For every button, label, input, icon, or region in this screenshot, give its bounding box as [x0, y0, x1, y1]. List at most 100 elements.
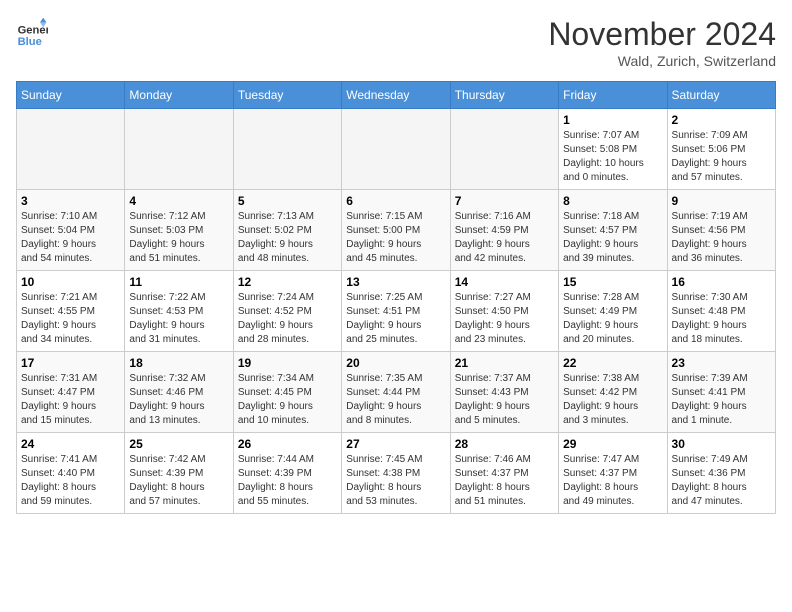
- day-info: Sunrise: 7:21 AM Sunset: 4:55 PM Dayligh…: [21, 291, 120, 347]
- calendar-cell: 19Sunrise: 7:34 AM Sunset: 4:45 PM Dayli…: [233, 352, 341, 433]
- calendar-cell: 16 Sunrise: 7:30 AM Sunset: 4:48 PM Dayli…: [667, 271, 775, 352]
- calendar-cell: [125, 109, 233, 190]
- month-title: November 2024: [548, 16, 776, 53]
- header-day-tuesday: Tuesday: [233, 82, 341, 109]
- header-day-friday: Friday: [559, 82, 667, 109]
- day-number: 26: [238, 437, 337, 451]
- header-day-monday: Monday: [125, 82, 233, 109]
- day-info: Sunrise: 7:46 AM Sunset: 4:37 PM Dayligh…: [455, 453, 554, 509]
- day-info: Sunrise: 7:49 AM Sunset: 4:36 PM Dayligh…: [672, 453, 771, 509]
- header-day-thursday: Thursday: [450, 82, 558, 109]
- day-info: Sunrise: 7:47 AM Sunset: 4:37 PM Dayligh…: [563, 453, 662, 509]
- calendar-week-2: 3 Sunrise: 7:10 AM Sunset: 5:04 PM Daylig…: [17, 190, 776, 271]
- calendar-cell: 27Sunrise: 7:45 AM Sunset: 4:38 PM Dayli…: [342, 433, 450, 514]
- day-info: Sunrise: 7:13 AM Sunset: 5:02 PM Dayligh…: [238, 210, 337, 266]
- day-info: Sunrise: 7:12 AM Sunset: 5:03 PM Dayligh…: [129, 210, 228, 266]
- header-day-saturday: Saturday: [667, 82, 775, 109]
- calendar-cell: 4 Sunrise: 7:12 AM Sunset: 5:03 PM Daylig…: [125, 190, 233, 271]
- day-number: 20: [346, 356, 445, 370]
- calendar-week-4: 17Sunrise: 7:31 AM Sunset: 4:47 PM Dayli…: [17, 352, 776, 433]
- day-info: Sunrise: 7:10 AM Sunset: 5:04 PM Dayligh…: [21, 210, 120, 266]
- day-info: Sunrise: 7:24 AM Sunset: 4:52 PM Dayligh…: [238, 291, 337, 347]
- day-number: 16: [672, 275, 771, 289]
- day-number: 1: [563, 113, 662, 127]
- day-number: 30: [672, 437, 771, 451]
- day-info: Sunrise: 7:27 AM Sunset: 4:50 PM Dayligh…: [455, 291, 554, 347]
- calendar-week-5: 24Sunrise: 7:41 AM Sunset: 4:40 PM Dayli…: [17, 433, 776, 514]
- day-number: 22: [563, 356, 662, 370]
- calendar-cell: 28 Sunrise: 7:46 AM Sunset: 4:37 PM Dayli…: [450, 433, 558, 514]
- calendar-cell: 26Sunrise: 7:44 AM Sunset: 4:39 PM Dayli…: [233, 433, 341, 514]
- day-info: Sunrise: 7:18 AM Sunset: 4:57 PM Dayligh…: [563, 210, 662, 266]
- day-info: Sunrise: 7:35 AM Sunset: 4:44 PM Dayligh…: [346, 372, 445, 428]
- calendar-cell: 17Sunrise: 7:31 AM Sunset: 4:47 PM Dayli…: [17, 352, 125, 433]
- day-number: 19: [238, 356, 337, 370]
- day-info: Sunrise: 7:32 AM Sunset: 4:46 PM Dayligh…: [129, 372, 228, 428]
- day-number: 5: [238, 194, 337, 208]
- calendar-cell: 30 Sunrise: 7:49 AM Sunset: 4:36 PM Dayli…: [667, 433, 775, 514]
- day-info: Sunrise: 7:15 AM Sunset: 5:00 PM Dayligh…: [346, 210, 445, 266]
- day-number: 13: [346, 275, 445, 289]
- calendar-cell: 20 Sunrise: 7:35 AM Sunset: 4:44 PM Dayli…: [342, 352, 450, 433]
- day-number: 8: [563, 194, 662, 208]
- logo-icon: General Blue: [16, 16, 48, 48]
- calendar-cell: 14 Sunrise: 7:27 AM Sunset: 4:50 PM Dayli…: [450, 271, 558, 352]
- calendar-cell: 1 Sunrise: 7:07 AM Sunset: 5:08 PM Daylig…: [559, 109, 667, 190]
- day-info: Sunrise: 7:30 AM Sunset: 4:48 PM Dayligh…: [672, 291, 771, 347]
- calendar-body: 1 Sunrise: 7:07 AM Sunset: 5:08 PM Daylig…: [17, 109, 776, 514]
- day-number: 27: [346, 437, 445, 451]
- location-subtitle: Wald, Zurich, Switzerland: [548, 53, 776, 69]
- day-info: Sunrise: 7:16 AM Sunset: 4:59 PM Dayligh…: [455, 210, 554, 266]
- day-number: 29: [563, 437, 662, 451]
- calendar-header: SundayMondayTuesdayWednesdayThursdayFrid…: [17, 82, 776, 109]
- day-info: Sunrise: 7:09 AM Sunset: 5:06 PM Dayligh…: [672, 129, 771, 185]
- calendar-cell: 24Sunrise: 7:41 AM Sunset: 4:40 PM Dayli…: [17, 433, 125, 514]
- calendar-cell: [450, 109, 558, 190]
- svg-text:Blue: Blue: [18, 36, 42, 48]
- day-info: Sunrise: 7:31 AM Sunset: 4:47 PM Dayligh…: [21, 372, 120, 428]
- day-info: Sunrise: 7:42 AM Sunset: 4:39 PM Dayligh…: [129, 453, 228, 509]
- day-number: 28: [455, 437, 554, 451]
- day-number: 23: [672, 356, 771, 370]
- header-day-wednesday: Wednesday: [342, 82, 450, 109]
- day-number: 2: [672, 113, 771, 127]
- page-header: General Blue November 2024 Wald, Zurich,…: [16, 16, 776, 69]
- calendar-cell: 15Sunrise: 7:28 AM Sunset: 4:49 PM Dayli…: [559, 271, 667, 352]
- title-block: November 2024 Wald, Zurich, Switzerland: [548, 16, 776, 69]
- day-info: Sunrise: 7:22 AM Sunset: 4:53 PM Dayligh…: [129, 291, 228, 347]
- day-number: 11: [129, 275, 228, 289]
- day-number: 14: [455, 275, 554, 289]
- day-number: 15: [563, 275, 662, 289]
- calendar-cell: 18 Sunrise: 7:32 AM Sunset: 4:46 PM Dayli…: [125, 352, 233, 433]
- calendar-cell: 7 Sunrise: 7:16 AM Sunset: 4:59 PM Daylig…: [450, 190, 558, 271]
- day-number: 4: [129, 194, 228, 208]
- day-info: Sunrise: 7:19 AM Sunset: 4:56 PM Dayligh…: [672, 210, 771, 266]
- day-info: Sunrise: 7:07 AM Sunset: 5:08 PM Dayligh…: [563, 129, 662, 185]
- day-number: 7: [455, 194, 554, 208]
- header-day-sunday: Sunday: [17, 82, 125, 109]
- calendar-week-3: 10 Sunrise: 7:21 AM Sunset: 4:55 PM Dayli…: [17, 271, 776, 352]
- day-number: 25: [129, 437, 228, 451]
- day-number: 3: [21, 194, 120, 208]
- calendar-cell: 3 Sunrise: 7:10 AM Sunset: 5:04 PM Daylig…: [17, 190, 125, 271]
- day-number: 18: [129, 356, 228, 370]
- calendar-cell: 8 Sunrise: 7:18 AM Sunset: 4:57 PM Daylig…: [559, 190, 667, 271]
- day-info: Sunrise: 7:38 AM Sunset: 4:42 PM Dayligh…: [563, 372, 662, 428]
- calendar-cell: [233, 109, 341, 190]
- calendar-cell: 5 Sunrise: 7:13 AM Sunset: 5:02 PM Daylig…: [233, 190, 341, 271]
- calendar-week-1: 1 Sunrise: 7:07 AM Sunset: 5:08 PM Daylig…: [17, 109, 776, 190]
- header-row: SundayMondayTuesdayWednesdayThursdayFrid…: [17, 82, 776, 109]
- calendar-cell: 6 Sunrise: 7:15 AM Sunset: 5:00 PM Daylig…: [342, 190, 450, 271]
- day-info: Sunrise: 7:37 AM Sunset: 4:43 PM Dayligh…: [455, 372, 554, 428]
- day-number: 6: [346, 194, 445, 208]
- logo: General Blue: [16, 16, 48, 48]
- calendar-cell: 10 Sunrise: 7:21 AM Sunset: 4:55 PM Dayli…: [17, 271, 125, 352]
- day-number: 10: [21, 275, 120, 289]
- day-number: 9: [672, 194, 771, 208]
- calendar-cell: 12 Sunrise: 7:24 AM Sunset: 4:52 PM Dayli…: [233, 271, 341, 352]
- calendar-cell: 22 Sunrise: 7:38 AM Sunset: 4:42 PM Dayli…: [559, 352, 667, 433]
- day-number: 12: [238, 275, 337, 289]
- calendar-cell: 21Sunrise: 7:37 AM Sunset: 4:43 PM Dayli…: [450, 352, 558, 433]
- day-info: Sunrise: 7:25 AM Sunset: 4:51 PM Dayligh…: [346, 291, 445, 347]
- calendar-cell: 13 Sunrise: 7:25 AM Sunset: 4:51 PM Dayli…: [342, 271, 450, 352]
